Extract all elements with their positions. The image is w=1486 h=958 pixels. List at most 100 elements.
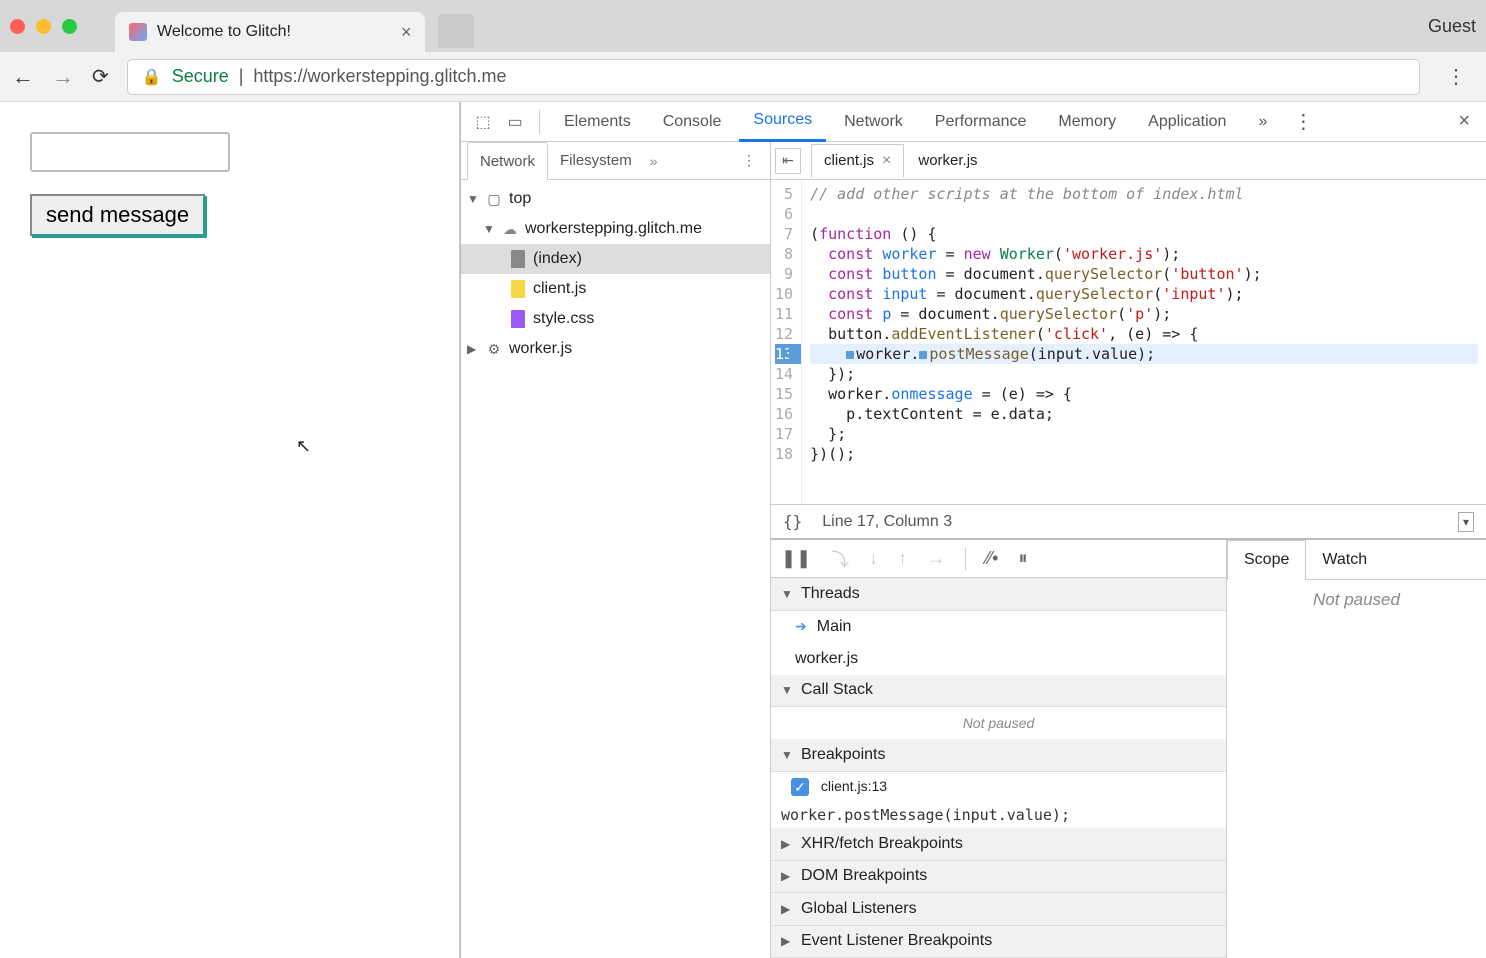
frame-icon xyxy=(485,190,503,208)
navigator-tabs: Network Filesystem » ⋮ xyxy=(461,142,770,180)
js-file-icon xyxy=(511,280,525,298)
editor-tab-bar: ⇤ client.js × worker.js xyxy=(771,142,1486,180)
step-out-button: ↑ xyxy=(898,548,907,569)
new-tab-button[interactable] xyxy=(438,14,474,48)
message-input[interactable] xyxy=(30,132,230,172)
debugger-left: ❚❚ ⤵ ↓ ↑ → ⁄⁄• ⏸ Threads xyxy=(771,540,1227,958)
chevron-down-icon[interactable] xyxy=(467,192,479,206)
deactivate-breakpoints-button[interactable]: ⁄⁄• xyxy=(986,548,998,569)
step-over-button: ⤵ xyxy=(831,546,849,572)
tree-file-stylecss[interactable]: style.css xyxy=(461,304,770,334)
pause-on-exceptions-button[interactable]: ⏸ xyxy=(1019,548,1028,569)
code-editor[interactable]: 56789101112131415161718 // add other scr… xyxy=(771,180,1486,504)
divider xyxy=(539,110,540,134)
editor-tab-label: worker.js xyxy=(918,152,977,169)
minimize-window-icon[interactable] xyxy=(36,19,51,34)
tree-worker[interactable]: worker.js xyxy=(461,334,770,364)
dom-breakpoints-header[interactable]: DOM Breakpoints xyxy=(771,861,1226,894)
collapse-navigator-icon[interactable]: ⇤ xyxy=(775,148,801,174)
profile-badge[interactable]: Guest xyxy=(1428,16,1476,37)
mouse-cursor-icon: ↖ xyxy=(296,436,311,457)
event-listener-breakpoints-header[interactable]: Event Listener Breakpoints xyxy=(771,926,1226,958)
navigator-tab-network[interactable]: Network xyxy=(467,142,548,180)
browser-tab-strip: Welcome to Glitch! × Guest xyxy=(0,0,1486,52)
pretty-print-icon[interactable]: {} xyxy=(783,512,802,531)
breakpoint-label: client.js:13 xyxy=(821,778,887,794)
tab-memory[interactable]: Memory xyxy=(1044,102,1130,142)
maximize-window-icon[interactable] xyxy=(62,19,77,34)
url-text: https://workerstepping.glitch.me xyxy=(253,66,506,87)
send-message-button[interactable]: send message xyxy=(30,194,205,236)
scope-tabs: Scope Watch xyxy=(1227,540,1486,580)
tab-sources[interactable]: Sources xyxy=(739,102,826,142)
tab-title: Welcome to Glitch! xyxy=(157,23,291,41)
tree-file-clientjs[interactable]: client.js xyxy=(461,274,770,304)
close-icon[interactable]: × xyxy=(882,152,891,170)
section-label: Call Stack xyxy=(801,681,873,699)
secure-label: Secure xyxy=(172,66,229,87)
back-button[interactable]: ← xyxy=(12,64,34,90)
callstack-empty: Not paused xyxy=(771,707,1226,739)
breakpoint-checkbox[interactable]: ✓ xyxy=(791,778,809,796)
step-into-button: ↓ xyxy=(869,548,878,569)
chevron-down-icon[interactable] xyxy=(483,222,495,236)
code-area[interactable]: // add other scripts at the bottom of in… xyxy=(802,180,1486,504)
thread-worker[interactable]: worker.js xyxy=(771,643,1226,675)
navigator-menu-icon[interactable]: ⋮ xyxy=(734,152,764,169)
chevron-right-icon[interactable] xyxy=(467,342,479,356)
window-controls xyxy=(10,19,77,34)
address-bar[interactable]: 🔒 Secure | https://workerstepping.glitch… xyxy=(127,59,1420,95)
document-icon xyxy=(511,250,525,268)
reload-button[interactable]: ⟳ xyxy=(92,64,109,89)
section-label: Breakpoints xyxy=(801,746,886,764)
line-gutter[interactable]: 56789101112131415161718 xyxy=(771,180,802,504)
editor-tab-clientjs[interactable]: client.js × xyxy=(811,144,904,178)
close-window-icon[interactable] xyxy=(10,19,25,34)
inspect-element-icon[interactable]: ⬚ xyxy=(469,108,497,136)
tab-network[interactable]: Network xyxy=(830,102,917,142)
editor-tab-workerjs[interactable]: worker.js xyxy=(906,144,989,178)
tab-scope[interactable]: Scope xyxy=(1227,540,1306,580)
section-label: DOM Breakpoints xyxy=(801,867,927,885)
tree-domain[interactable]: workerstepping.glitch.me xyxy=(461,214,770,244)
editor-tab-label: client.js xyxy=(824,152,874,169)
editor-statusbar: {} Line 17, Column 3 ▾ xyxy=(771,504,1486,538)
tree-root[interactable]: top xyxy=(461,184,770,214)
coverage-icon[interactable]: ▾ xyxy=(1458,512,1474,532)
navigator-more-icon[interactable]: » xyxy=(650,153,658,169)
thread-label: worker.js xyxy=(795,650,858,668)
section-label: XHR/fetch Breakpoints xyxy=(801,835,963,853)
tab-elements[interactable]: Elements xyxy=(550,102,645,142)
browser-tab[interactable]: Welcome to Glitch! × xyxy=(115,12,425,52)
section-label: Event Listener Breakpoints xyxy=(801,932,992,950)
xhr-breakpoints-header[interactable]: XHR/fetch Breakpoints xyxy=(771,828,1226,861)
device-toolbar-icon[interactable]: ▭ xyxy=(501,108,529,136)
breakpoint-item[interactable]: ✓ client.js:13 xyxy=(771,772,1226,802)
tree-file-index[interactable]: (index) xyxy=(461,244,770,274)
thread-main[interactable]: ➔ Main xyxy=(771,611,1226,643)
chevron-down-icon xyxy=(781,748,793,762)
tab-performance[interactable]: Performance xyxy=(921,102,1041,142)
tab-application[interactable]: Application xyxy=(1134,102,1240,142)
tab-close-icon[interactable]: × xyxy=(401,22,412,43)
divider xyxy=(965,548,966,570)
url-separator: | xyxy=(239,66,244,87)
chevron-down-icon xyxy=(781,683,793,697)
pause-button[interactable]: ❚❚ xyxy=(781,548,811,569)
chevron-down-icon xyxy=(781,587,793,601)
browser-menu-icon[interactable]: ⋮ xyxy=(1438,64,1474,89)
devtools-menu-icon[interactable]: ⋮ xyxy=(1285,109,1321,134)
step-button: → xyxy=(927,548,945,569)
navigator-tab-filesystem[interactable]: Filesystem xyxy=(548,142,644,180)
threads-header[interactable]: Threads xyxy=(771,578,1226,611)
breakpoints-header[interactable]: Breakpoints xyxy=(771,739,1226,772)
tabs-overflow-icon[interactable]: » xyxy=(1244,102,1281,142)
tab-console[interactable]: Console xyxy=(649,102,736,142)
forward-button: → xyxy=(52,64,74,90)
chevron-right-icon xyxy=(781,869,793,883)
debugger-controls: ❚❚ ⤵ ↓ ↑ → ⁄⁄• ⏸ xyxy=(771,540,1226,578)
callstack-header[interactable]: Call Stack xyxy=(771,675,1226,708)
tab-watch[interactable]: Watch xyxy=(1306,540,1383,580)
global-listeners-header[interactable]: Global Listeners xyxy=(771,893,1226,926)
devtools-close-icon[interactable]: × xyxy=(1450,110,1478,133)
